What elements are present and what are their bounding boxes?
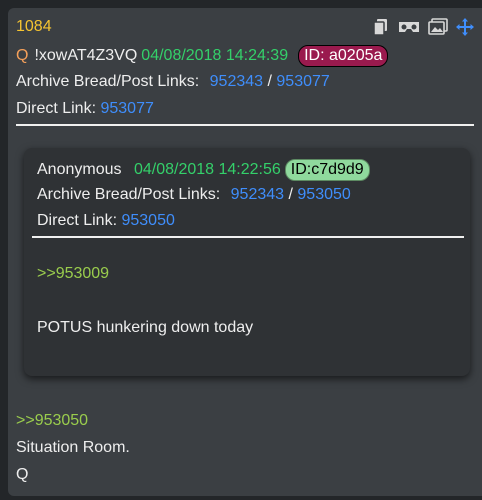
poster-id-badge[interactable]: ID: a0205a xyxy=(298,45,389,67)
direct-link-row: Direct Link: 953077 xyxy=(16,100,154,118)
tripcode: !xowAT4Z3VQ xyxy=(34,47,138,64)
copy-icon[interactable] xyxy=(372,18,390,36)
quoted-date: 04/08/2018 14:22:56 xyxy=(133,161,281,178)
archive-link[interactable]: 952343 xyxy=(210,73,263,90)
archive-label: Archive Bread/Post Links: xyxy=(16,73,200,90)
archive-links-row: Archive Bread/Post Links: 952343 / 95307… xyxy=(16,73,330,91)
quoted-divider xyxy=(32,236,464,238)
image-icon[interactable] xyxy=(428,18,448,36)
vr-icon[interactable] xyxy=(398,18,420,36)
quoted-body: POTUS hunkering down today xyxy=(37,319,254,336)
move-icon[interactable] xyxy=(456,18,474,36)
quoted-direct-link[interactable]: 953050 xyxy=(121,212,174,229)
poster-name: Q xyxy=(16,47,29,64)
archive-link[interactable]: 953077 xyxy=(276,73,329,90)
direct-link[interactable]: 953077 xyxy=(100,100,153,117)
quoted-author: Anonymous xyxy=(37,161,122,178)
quoted-archive-link[interactable]: 952343 xyxy=(231,186,284,203)
post-date: 04/08/2018 14:24:39 xyxy=(141,47,289,64)
quoted-archive-separator: / xyxy=(288,186,293,203)
post-body-line: Situation Room. xyxy=(16,439,130,456)
divider xyxy=(16,124,474,126)
post-signature: Q xyxy=(16,466,29,483)
quoted-archive-link[interactable]: 953050 xyxy=(297,186,350,203)
quoted-reply-link[interactable]: >>953009 xyxy=(37,265,109,283)
post-toolbar xyxy=(372,18,474,36)
quoted-direct-label: Direct Link: xyxy=(37,212,118,229)
reply-link[interactable]: >>953050 xyxy=(16,412,88,430)
archive-separator: / xyxy=(267,73,272,90)
quoted-header: Anonymous 04/08/2018 14:22:56 ID:c7d9d9 xyxy=(37,159,370,181)
quoted-post: Anonymous 04/08/2018 14:22:56 ID:c7d9d9 A… xyxy=(24,148,470,376)
quoted-id-badge[interactable]: ID:c7d9d9 xyxy=(284,159,370,181)
post-header: Q !xowAT4Z3VQ 04/08/2018 14:24:39 ID: a0205… xyxy=(16,45,389,67)
post-number[interactable]: 1084 xyxy=(16,18,52,36)
direct-link-label: Direct Link: xyxy=(16,100,97,117)
quoted-direct-row: Direct Link: 953050 xyxy=(37,212,175,230)
quoted-archive-label: Archive Bread/Post Links: xyxy=(37,186,221,203)
quoted-archive-row: Archive Bread/Post Links: 952343 / 95305… xyxy=(37,186,351,204)
post-card: 1084 Q !xowAT4Z3VQ 04/08/2018 14:24:39 I… xyxy=(8,8,482,496)
